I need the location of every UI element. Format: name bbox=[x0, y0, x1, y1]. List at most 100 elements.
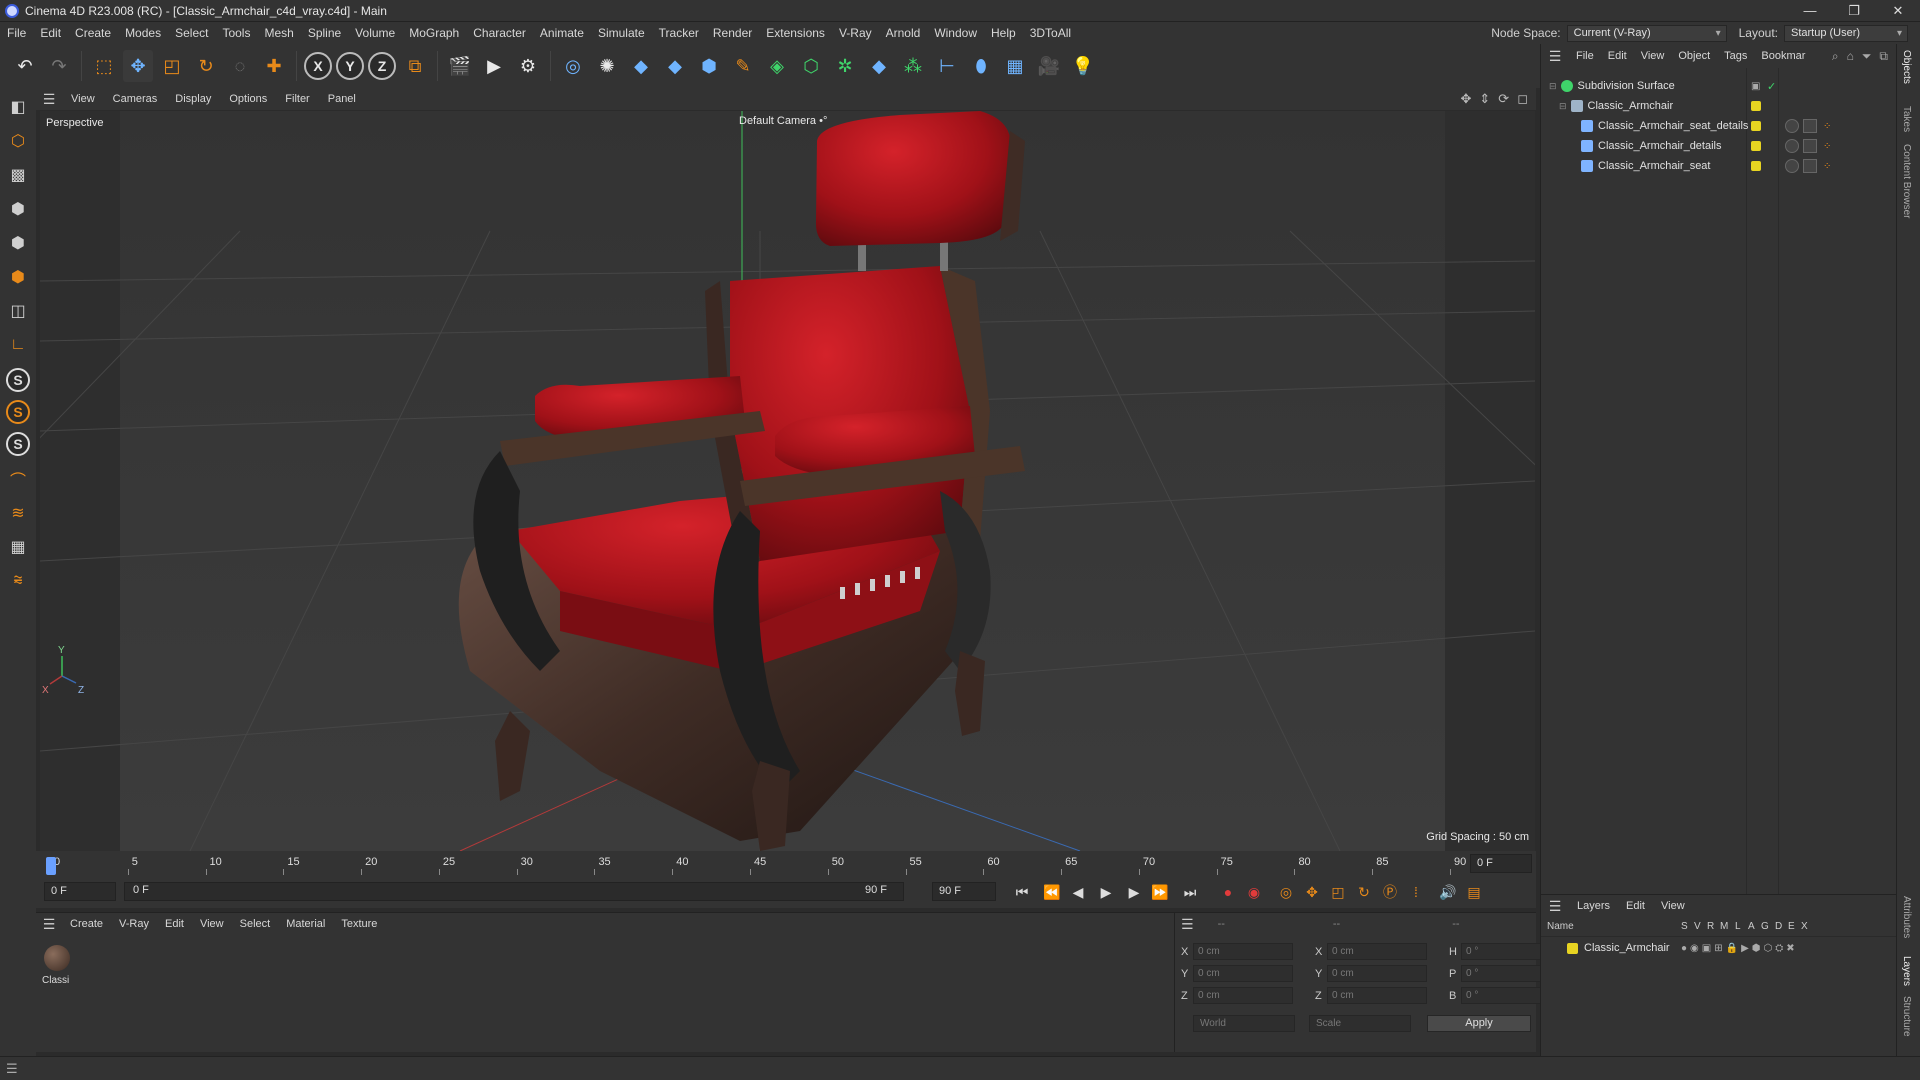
keyframe-selection-icon[interactable]: ◎ bbox=[1274, 880, 1298, 904]
timeline-window-icon[interactable]: ▤ bbox=[1462, 880, 1486, 904]
material-menu-create[interactable]: Create bbox=[62, 918, 111, 930]
material-thumbnail[interactable] bbox=[44, 945, 70, 971]
expand-icon[interactable]: ⊟ bbox=[1549, 81, 1557, 92]
object-row-details[interactable]: Classic_Armchair_details ⁘ bbox=[1541, 136, 1897, 156]
enabled-check-icon[interactable]: ✓ bbox=[1767, 80, 1776, 93]
menu-spline[interactable]: Spline bbox=[301, 22, 348, 44]
menu-simulate[interactable]: Simulate bbox=[591, 22, 652, 44]
layer-menu-edit[interactable]: Edit bbox=[1618, 900, 1653, 912]
object-row-subdivision-surface[interactable]: ⊟ Subdivision Surface ▣ ✓ bbox=[1541, 76, 1897, 96]
deformer-icon[interactable]: ✲ bbox=[830, 50, 860, 82]
coordinates-menu-icon[interactable]: ☰ bbox=[1181, 916, 1194, 933]
current-frame-field[interactable]: 0 F bbox=[1470, 854, 1532, 873]
menu-animate[interactable]: Animate bbox=[533, 22, 591, 44]
viewport-menu-icon[interactable]: ☰ bbox=[36, 91, 62, 108]
point-mode-icon[interactable]: ⬢ bbox=[3, 194, 33, 224]
autokey-icon[interactable]: ◉ bbox=[1242, 880, 1266, 904]
play-icon[interactable]: ▶ bbox=[1094, 880, 1118, 904]
start-frame-field[interactable]: 0 F bbox=[44, 882, 116, 901]
node-space-dropdown[interactable]: Current (V-Ray) bbox=[1566, 24, 1727, 42]
object-menu-file[interactable]: File bbox=[1569, 50, 1601, 62]
light-object-icon[interactable]: 💡 bbox=[1068, 50, 1098, 82]
object-menu-edit[interactable]: Edit bbox=[1601, 50, 1634, 62]
phong-tag-icon[interactable] bbox=[1785, 159, 1799, 173]
dolly-view-icon[interactable]: ⇕ bbox=[1479, 91, 1490, 107]
tab-layers[interactable]: Layers bbox=[1901, 956, 1912, 986]
snap-workplane-button[interactable]: S bbox=[6, 432, 30, 456]
deformer-icon[interactable]: ⬡ bbox=[1764, 943, 1773, 954]
animation-icon[interactable]: ▶ bbox=[1741, 943, 1749, 954]
phong-tag-icon[interactable] bbox=[1785, 119, 1799, 133]
render-settings-icon[interactable]: ⚙ bbox=[513, 50, 543, 82]
layer-menu-view[interactable]: View bbox=[1653, 900, 1693, 912]
viewport-menu-view[interactable]: View bbox=[62, 93, 104, 105]
timeline-ruler[interactable]: 0 5 10 15 20 25 30 35 40 45 50 55 60 65 70 75 80 85 90 0 F bbox=[36, 851, 1536, 876]
cube-primitive-icon[interactable]: ⬢ bbox=[694, 50, 724, 82]
z-axis-lock-button[interactable]: Z bbox=[368, 52, 396, 80]
viewport-menu-panel[interactable]: Panel bbox=[319, 93, 365, 105]
snap-toggle-button[interactable]: S bbox=[6, 368, 30, 392]
tab-content-browser[interactable]: Content Browser bbox=[1901, 144, 1912, 218]
minimize-button[interactable]: — bbox=[1788, 0, 1832, 22]
menu-create[interactable]: Create bbox=[68, 22, 118, 44]
xref-icon[interactable]: ✖ bbox=[1786, 943, 1794, 954]
rotate-tool-icon[interactable]: ↻ bbox=[191, 50, 221, 82]
size-z-field[interactable]: 0 cm bbox=[1327, 987, 1427, 1004]
object-menu-view[interactable]: View bbox=[1634, 50, 1672, 62]
viewport-menu-filter[interactable]: Filter bbox=[276, 93, 318, 105]
grid-lock-icon[interactable]: ▦ bbox=[3, 532, 33, 562]
magnet-tool-icon[interactable]: ⌒ bbox=[3, 464, 33, 494]
restore-button[interactable]: ❐ bbox=[1832, 0, 1876, 22]
menu-file[interactable]: File bbox=[0, 22, 33, 44]
pen-spline-icon[interactable]: ✎ bbox=[728, 50, 758, 82]
vray-light-icon[interactable]: ✺ bbox=[592, 50, 622, 82]
menu-modes[interactable]: Modes bbox=[118, 22, 168, 44]
layer-menu-layers[interactable]: Layers bbox=[1569, 900, 1618, 912]
key-position-icon[interactable]: ✥ bbox=[1300, 880, 1324, 904]
go-to-end-icon[interactable]: ⏭ bbox=[1178, 880, 1202, 904]
material-tag-icon[interactable] bbox=[1803, 159, 1817, 173]
next-key-icon[interactable]: ⏩ bbox=[1148, 880, 1172, 904]
menu-tracker[interactable]: Tracker bbox=[652, 22, 706, 44]
previous-key-icon[interactable]: ⏪ bbox=[1040, 880, 1064, 904]
subdivision-surface-icon[interactable]: ◈ bbox=[762, 50, 792, 82]
home-icon[interactable]: ⌂ bbox=[1847, 49, 1854, 64]
tab-objects[interactable]: Objects bbox=[1901, 50, 1912, 84]
material-menu-edit[interactable]: Edit bbox=[157, 918, 192, 930]
pan-view-icon[interactable]: ✥ bbox=[1460, 91, 1471, 107]
menu-mograph[interactable]: MoGraph bbox=[402, 22, 466, 44]
step-back-icon[interactable]: ◀ bbox=[1066, 880, 1090, 904]
object-row-seat-details[interactable]: Classic_Armchair_seat_details ⁘ bbox=[1541, 116, 1897, 136]
expression-icon[interactable]: ⛭ bbox=[1775, 943, 1783, 954]
manager-icon[interactable]: ⊞ bbox=[1714, 943, 1722, 954]
preview-range-slider[interactable]: 0 F 90 F bbox=[124, 882, 904, 901]
layer-color-swatch[interactable] bbox=[1751, 101, 1761, 111]
coordinate-space-dropdown[interactable]: World bbox=[1193, 1015, 1295, 1032]
viewport-menu-cameras[interactable]: Cameras bbox=[104, 93, 167, 105]
layer-color-swatch[interactable] bbox=[1751, 121, 1761, 131]
object-menu-object[interactable]: Object bbox=[1671, 50, 1717, 62]
python-generator-icon[interactable]: ◆ bbox=[864, 50, 894, 82]
cloner-icon[interactable]: ⬡ bbox=[796, 50, 826, 82]
render-icon[interactable]: ▣ bbox=[1702, 943, 1711, 954]
coordinate-mode-dropdown[interactable]: Scale bbox=[1309, 1015, 1411, 1032]
menu-vray[interactable]: V-Ray bbox=[832, 22, 879, 44]
visible-eye-icon[interactable]: ◉ bbox=[1690, 943, 1699, 954]
phong-tag-icon[interactable] bbox=[1785, 139, 1799, 153]
size-y-field[interactable]: 0 cm bbox=[1327, 965, 1427, 982]
make-editable-icon[interactable]: ◧ bbox=[3, 92, 33, 122]
position-y-field[interactable]: 0 cm bbox=[1193, 965, 1293, 982]
position-z-field[interactable]: 0 cm bbox=[1193, 987, 1293, 1004]
layer-color-swatch[interactable] bbox=[1567, 942, 1578, 954]
viewport-menu-options[interactable]: Options bbox=[220, 93, 276, 105]
x-axis-lock-button[interactable]: X bbox=[304, 52, 332, 80]
timeline-settings-icon[interactable]: 🔊 bbox=[1436, 880, 1460, 904]
go-to-start-icon[interactable]: ⏮ bbox=[1010, 880, 1034, 904]
material-menu-select[interactable]: Select bbox=[232, 918, 279, 930]
object-menu-tags[interactable]: Tags bbox=[1717, 50, 1754, 62]
status-menu-icon[interactable]: ☰ bbox=[6, 1061, 18, 1077]
menu-mesh[interactable]: Mesh bbox=[257, 22, 300, 44]
tab-takes[interactable]: Takes bbox=[1901, 106, 1912, 132]
floor-object-icon[interactable]: ▦ bbox=[1000, 50, 1030, 82]
render-picture-viewer-icon[interactable]: ▶ bbox=[479, 50, 509, 82]
